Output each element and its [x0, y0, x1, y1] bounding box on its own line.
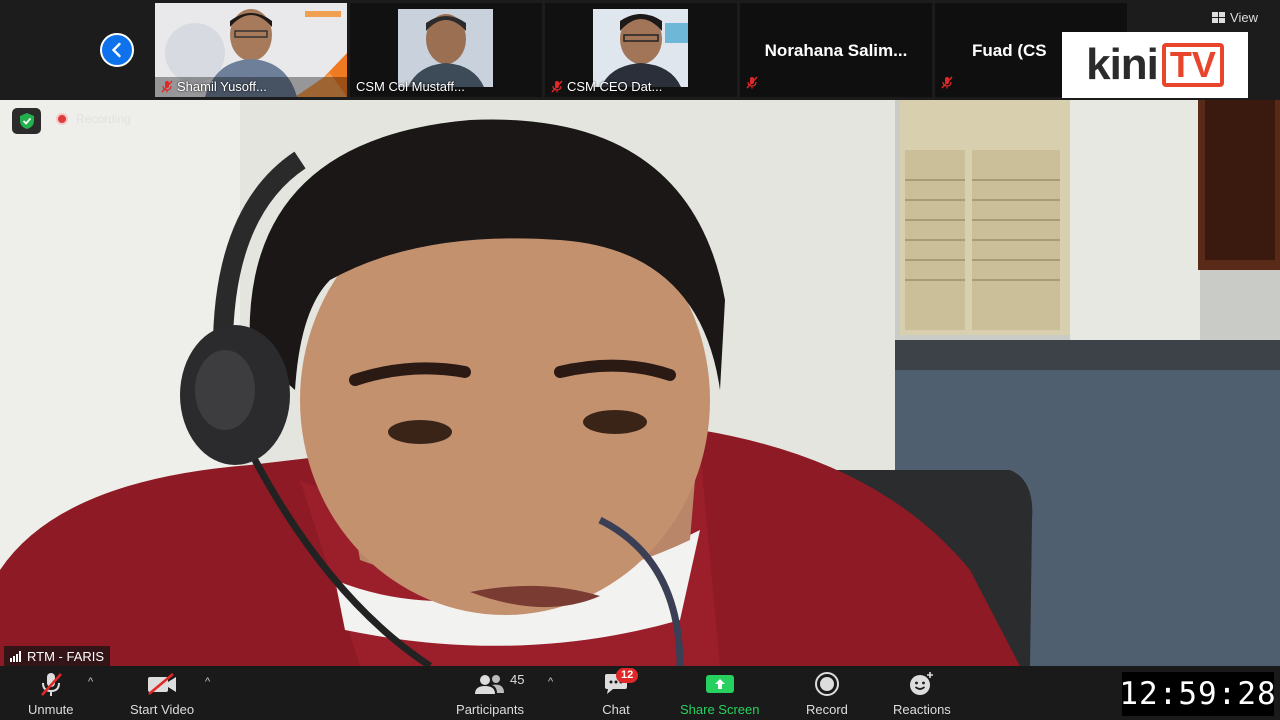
- participant-tile-3[interactable]: CSM CEO Dat...: [545, 3, 737, 97]
- chat-unread-badge: 12: [616, 668, 639, 683]
- mic-muted-icon: [40, 673, 62, 696]
- unmute-button[interactable]: Unmute: [28, 670, 74, 717]
- view-button[interactable]: View: [1212, 10, 1258, 25]
- share-screen-icon: [705, 675, 734, 693]
- kinitv-logo: kini TV: [1062, 32, 1248, 98]
- participant-tile-1[interactable]: Shamil Yusoff...: [155, 3, 347, 97]
- meeting-toolbar: Unmute ^ Start Video ^ 45 Participants ^: [0, 666, 1280, 720]
- participant-mic-5: [941, 76, 953, 94]
- record-icon: [814, 672, 839, 696]
- grid-view-icon: [1212, 12, 1226, 23]
- chat-button[interactable]: 12 Chat: [600, 668, 639, 717]
- participant-name-1: Shamil Yusoff...: [161, 79, 267, 94]
- participant-name-2: CSM Col Mustaff...: [356, 79, 465, 94]
- recording-indicator: Recording: [56, 112, 131, 126]
- mic-muted-icon: [161, 80, 173, 93]
- mic-muted-icon: [551, 80, 563, 93]
- start-video-button[interactable]: Start Video: [130, 670, 194, 717]
- recording-dot-icon: [56, 113, 68, 125]
- security-shield-icon[interactable]: [12, 108, 41, 134]
- video-off-icon: [148, 673, 177, 695]
- participant-tile-4[interactable]: Norahana Salim...: [740, 3, 932, 97]
- mic-muted-icon: [746, 76, 758, 89]
- participants-options-caret[interactable]: ^: [548, 676, 553, 688]
- mic-muted-icon: [941, 76, 953, 89]
- video-options-caret[interactable]: ^: [205, 676, 210, 688]
- broadcast-clock: 12:59:28: [1119, 672, 1276, 716]
- participant-name-4: Norahana Salim...: [764, 41, 908, 60]
- reactions-button[interactable]: Reactions: [893, 670, 951, 717]
- participants-button[interactable]: 45 Participants: [452, 670, 528, 717]
- chevron-left-icon: [111, 42, 121, 58]
- signal-strength-icon: [10, 650, 21, 662]
- participants-count: 45: [510, 672, 525, 687]
- active-speaker-video: [0, 100, 1280, 666]
- speaker-video-frame: [0, 100, 1280, 666]
- record-button[interactable]: Record: [806, 670, 848, 717]
- participant-mic-4: [746, 76, 758, 94]
- participant-name-3: CSM CEO Dat...: [551, 79, 662, 94]
- speaker-name-label: RTM - FARIS: [4, 646, 111, 666]
- participant-tile-2[interactable]: CSM Col Mustaff...: [350, 3, 542, 97]
- audio-options-caret[interactable]: ^: [88, 676, 93, 688]
- shield-icon: [19, 113, 34, 129]
- previous-page-button[interactable]: [100, 33, 134, 67]
- reactions-icon: [909, 672, 933, 695]
- participants-icon: [475, 675, 504, 694]
- share-screen-button[interactable]: Share Screen: [680, 670, 760, 717]
